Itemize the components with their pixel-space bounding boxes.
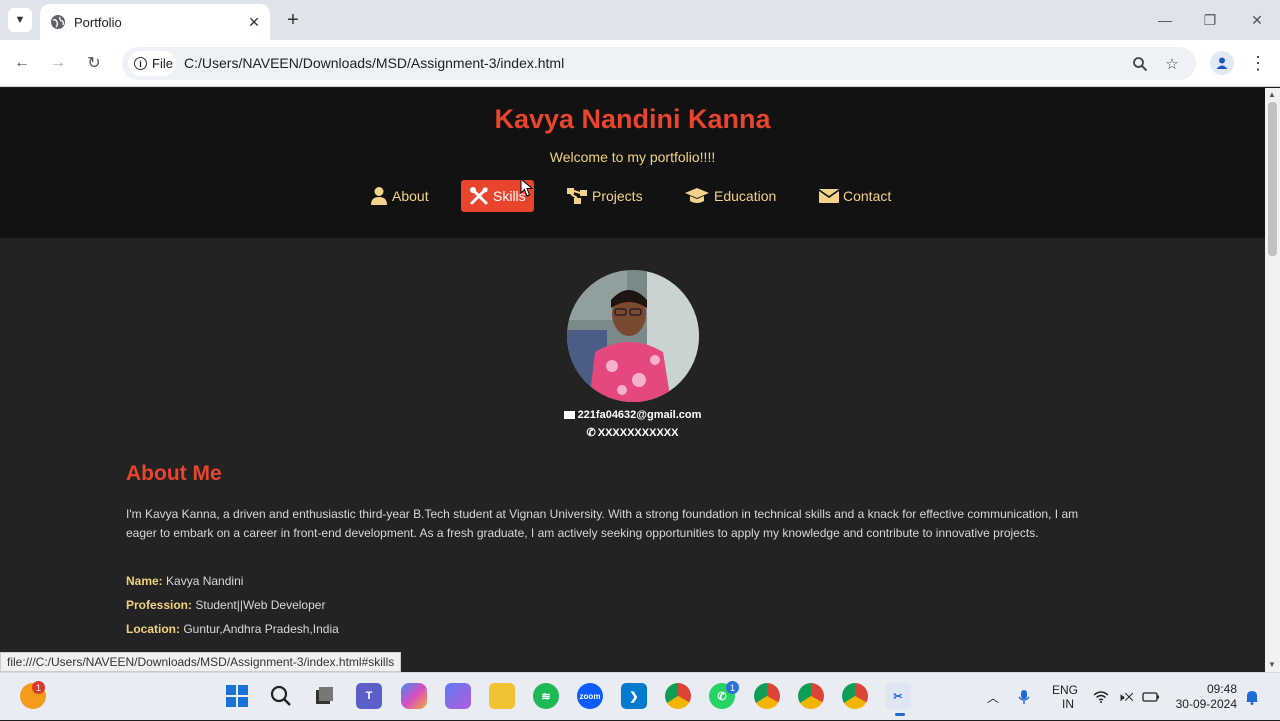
battery-icon[interactable] bbox=[1142, 673, 1160, 721]
volume-muted-icon[interactable]: 🕨✕ bbox=[1117, 673, 1134, 721]
status-url-bar: file:///C:/Users/NAVEEN/Downloads/MSD/As… bbox=[0, 652, 402, 672]
teams-icon[interactable]: T bbox=[356, 683, 382, 709]
profile-photo bbox=[567, 270, 699, 402]
window-close-icon[interactable]: ✕ bbox=[1237, 6, 1277, 34]
scroll-up-icon[interactable]: ▲ bbox=[1268, 90, 1276, 99]
windows-start-icon[interactable] bbox=[224, 683, 250, 709]
site-title: Kavya Nandini Kanna bbox=[494, 104, 771, 134]
envelope-icon bbox=[819, 189, 839, 203]
widget-badge: 1 bbox=[32, 681, 45, 694]
globe-icon bbox=[51, 15, 65, 29]
tab-search-icon[interactable]: ▼ bbox=[8, 8, 32, 32]
nav-about-label: About bbox=[392, 188, 429, 204]
clock[interactable]: 09:48 30-09-2024 bbox=[1175, 673, 1237, 721]
browser-tab[interactable]: Portfolio ✕ bbox=[40, 4, 270, 40]
scroll-thumb[interactable] bbox=[1268, 102, 1277, 256]
welcome-text: Welcome to my portfolio!!!! bbox=[549, 149, 716, 165]
scroll-down-icon[interactable]: ▼ bbox=[1268, 660, 1276, 669]
browser-tabbar: ▼ Portfolio ✕ + — ❐ ✕ bbox=[0, 0, 1280, 40]
chrome-profile-icon[interactable] bbox=[754, 683, 780, 709]
nav-contact-label: Contact bbox=[843, 188, 892, 204]
phone-line: ✆ XXXXXXXXXXX bbox=[0, 426, 1265, 439]
notification-bell-icon[interactable] bbox=[1245, 673, 1259, 721]
field-location: Location: Guntur,Andhra Pradesh,India bbox=[126, 622, 339, 636]
nav-contact[interactable]: Contact bbox=[811, 180, 899, 212]
field-profession: Profession: Student||Web Developer bbox=[126, 598, 325, 612]
envelope-small-icon bbox=[563, 411, 575, 420]
user-icon bbox=[371, 187, 387, 205]
active-app-indicator bbox=[895, 713, 905, 716]
field-name-value: Kavya Nandini bbox=[166, 574, 244, 588]
snipping-tool-icon[interactable]: ✂ bbox=[885, 683, 911, 709]
nav-projects-label: Projects bbox=[592, 188, 643, 204]
email-line: 221fa04632@gmail.com bbox=[0, 409, 1265, 421]
chrome-profile-2-icon[interactable] bbox=[798, 683, 824, 709]
address-bar[interactable]: i File C:/Users/NAVEEN/Downloads/MSD/Ass… bbox=[122, 47, 1196, 80]
clock-date: 30-09-2024 bbox=[1175, 697, 1237, 711]
zoom-magnifier-icon[interactable] bbox=[1130, 54, 1150, 74]
graduation-cap-icon bbox=[685, 188, 709, 203]
reload-icon[interactable]: ↻ bbox=[82, 51, 106, 75]
sitemap-icon bbox=[567, 188, 587, 204]
info-icon: i bbox=[134, 57, 147, 70]
new-tab-button[interactable]: + bbox=[282, 9, 304, 31]
tray-overflow-icon[interactable]: ︿ bbox=[987, 673, 999, 721]
page-scrollbar[interactable]: ▲ ▼ bbox=[1265, 88, 1280, 672]
phone-text: XXXXXXXXXXX bbox=[597, 427, 679, 439]
profile-icon[interactable] bbox=[1210, 51, 1234, 75]
forward-arrow-icon[interactable]: → bbox=[46, 51, 70, 75]
about-heading: About Me bbox=[126, 462, 222, 485]
close-tab-icon[interactable]: ✕ bbox=[244, 12, 264, 32]
back-arrow-icon[interactable]: ← bbox=[10, 51, 34, 75]
browser-toolbar: ← → ↻ i File C:/Users/NAVEEN/Downloads/M… bbox=[0, 40, 1280, 87]
task-view-icon[interactable] bbox=[311, 683, 337, 709]
clock-time: 09:48 bbox=[1206, 682, 1237, 696]
spotify-icon[interactable]: ≋ bbox=[533, 683, 559, 709]
minimize-icon[interactable]: — bbox=[1145, 6, 1185, 34]
chrome-icon[interactable] bbox=[665, 683, 691, 709]
site-header: Kavya Nandini Kanna Welcome to my portfo… bbox=[0, 88, 1265, 238]
whatsapp-badge: 1 bbox=[726, 681, 739, 694]
field-location-key: Location: bbox=[126, 622, 180, 636]
copilot-icon[interactable] bbox=[401, 683, 427, 709]
nav-about[interactable]: About bbox=[362, 180, 437, 212]
file-explorer-icon[interactable] bbox=[489, 683, 515, 709]
about-paragraph: I'm Kavya Kanna, a driven and enthusiast… bbox=[126, 507, 1079, 540]
field-name-key: Name: bbox=[126, 574, 163, 588]
nav-projects[interactable]: Projects bbox=[558, 180, 651, 212]
search-icon[interactable] bbox=[268, 683, 294, 709]
vscode-icon[interactable]: ❯ bbox=[621, 683, 647, 709]
field-profession-value: Student||Web Developer bbox=[195, 598, 326, 612]
lang-secondary: IN bbox=[1062, 697, 1074, 711]
restore-icon[interactable]: ❐ bbox=[1190, 6, 1230, 34]
language-indicator[interactable]: ENG IN bbox=[1052, 673, 1078, 721]
chrome-active-icon[interactable] bbox=[842, 683, 868, 709]
field-name: Name: Kavya Nandini bbox=[126, 574, 243, 588]
field-profession-key: Profession: bbox=[126, 598, 193, 612]
url-text[interactable]: C:/Users/NAVEEN/Downloads/MSD/Assignment… bbox=[184, 55, 564, 71]
field-location-value: Guntur,Andhra Pradesh,India bbox=[183, 622, 339, 636]
bookmark-star-icon[interactable]: ☆ bbox=[1162, 54, 1182, 74]
tools-icon bbox=[470, 187, 488, 205]
nav-education[interactable]: Education bbox=[676, 180, 784, 212]
wifi-icon[interactable] bbox=[1093, 673, 1109, 721]
email-text[interactable]: 221fa04632@gmail.com bbox=[578, 409, 702, 421]
nav-education-label: Education bbox=[714, 188, 777, 204]
lang-primary: ENG bbox=[1052, 683, 1079, 697]
phone-icon: ✆ bbox=[586, 427, 596, 439]
taskbar: 1 T ≋ zoom ❯ ✆ 1 ✂ ︿ ENG IN 🕨✕ 09:48 30-… bbox=[0, 672, 1280, 720]
copilot-app-icon[interactable] bbox=[445, 683, 471, 709]
zoom-icon[interactable]: zoom bbox=[577, 683, 603, 709]
site-info-chip[interactable]: i File bbox=[128, 51, 176, 76]
microphone-icon[interactable] bbox=[1018, 673, 1030, 721]
tab-title: Portfolio bbox=[74, 14, 122, 30]
chip-label: File bbox=[152, 56, 173, 71]
mouse-cursor-icon bbox=[520, 178, 534, 197]
page-viewport: Kavya Nandini Kanna Welcome to my portfo… bbox=[0, 88, 1265, 672]
menu-kebab-icon[interactable]: ⋮ bbox=[1249, 51, 1267, 75]
